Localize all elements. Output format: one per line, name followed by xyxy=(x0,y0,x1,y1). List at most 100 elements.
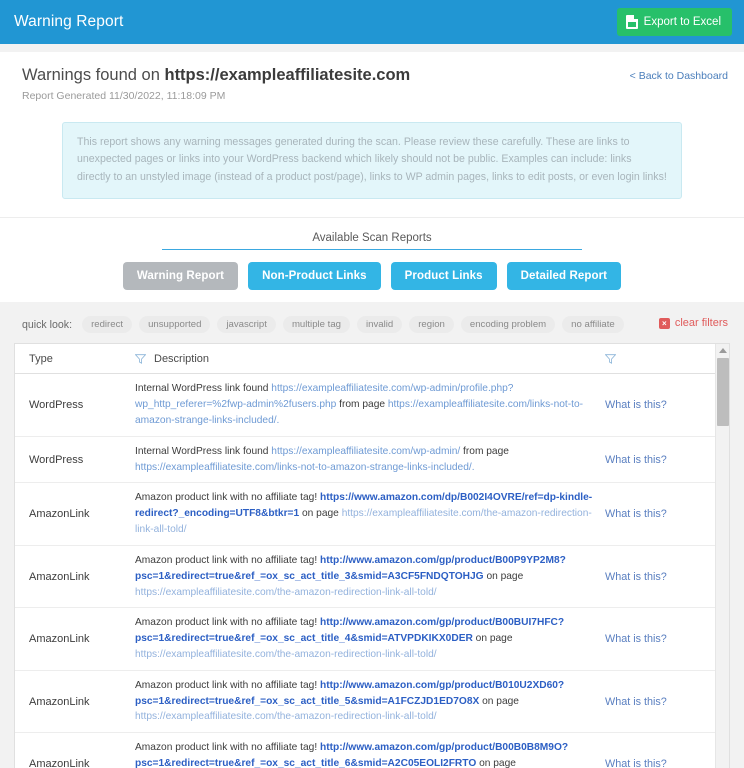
table-row: AmazonLink Amazon product link with no af… xyxy=(15,733,729,768)
tab-non-product-links[interactable]: Non-Product Links xyxy=(248,262,381,291)
quick-look-label: quick look: xyxy=(22,318,73,331)
tab-warning-report[interactable]: Warning Report xyxy=(122,262,239,291)
quick-look-chip-redirect[interactable]: redirect xyxy=(82,316,133,334)
description-link[interactable]: https://exampleaffiliatesite.com/the-ama… xyxy=(135,587,437,598)
quick-look-chip-encoding-problem[interactable]: encoding problem xyxy=(460,316,556,334)
quick-look-chip-multiple-tag[interactable]: multiple tag xyxy=(282,316,350,334)
what-is-this-link[interactable]: What is this? xyxy=(605,696,667,708)
table-row: WordPress Internal WordPress link found h… xyxy=(15,437,729,484)
top-bar: Warning Report Export to Excel xyxy=(0,0,744,44)
clear-filters-button[interactable]: × clear filters xyxy=(658,317,728,330)
description-text: Amazon product link with no affiliate ta… xyxy=(135,554,320,566)
cell-action: What is this? xyxy=(605,374,715,435)
table-vertical-scrollbar[interactable] xyxy=(715,344,729,768)
description-text: Amazon product link with no affiliate ta… xyxy=(135,742,320,754)
table-body: WordPress Internal WordPress link found h… xyxy=(15,374,729,768)
quick-look-chip-invalid[interactable]: invalid xyxy=(357,316,403,334)
what-is-this-link[interactable]: What is this? xyxy=(605,758,667,768)
report-header: Warnings found on https://exampleaffilia… xyxy=(0,52,744,106)
quick-look-chip-region[interactable]: region xyxy=(409,316,454,334)
available-scan-reports-section: Available Scan Reports Warning Report Non… xyxy=(0,217,744,303)
available-scan-reports-heading: Available Scan Reports xyxy=(162,232,582,251)
cell-action: What is this? xyxy=(605,546,715,607)
quick-look-chip-javascript[interactable]: javascript xyxy=(217,316,276,334)
description-text: on page xyxy=(483,570,524,582)
table-row: AmazonLink Amazon product link with no af… xyxy=(15,546,729,609)
report-heading-prefix: Warnings found on xyxy=(22,66,165,84)
description-text: on page xyxy=(472,633,513,645)
cell-description: Amazon product link with no affiliate ta… xyxy=(135,608,605,669)
what-is-this-link[interactable]: What is this? xyxy=(605,399,667,411)
table-row: AmazonLink Amazon product link with no af… xyxy=(15,483,729,546)
table-row: AmazonLink Amazon product link with no af… xyxy=(15,608,729,671)
description-text: on page xyxy=(479,695,519,707)
cell-description: Internal WordPress link found https://ex… xyxy=(135,437,605,483)
info-banner: This report shows any warning messages g… xyxy=(62,122,682,200)
what-is-this-link[interactable]: What is this? xyxy=(605,508,667,520)
scan-report-tabs: Warning Report Non-Product Links Product L… xyxy=(0,262,744,291)
description-text: on page xyxy=(476,758,516,768)
report-generated-timestamp: Report Generated 11/30/2022, 11:18:09 PM xyxy=(22,90,226,102)
tab-detailed-report[interactable]: Detailed Report xyxy=(506,262,622,291)
cell-type: WordPress xyxy=(29,399,84,412)
description-text: Amazon product link with no affiliate ta… xyxy=(135,617,320,629)
table-row: AmazonLink Amazon product link with no af… xyxy=(15,671,729,734)
warnings-table: Type Description WordPress Internal WordP… xyxy=(14,343,730,768)
quick-look-chip-list: redirect unsupported javascript multiple ta… xyxy=(82,316,624,334)
table-header-row: Type Description xyxy=(15,344,729,375)
quick-look-filters: quick look: redirect unsupported javascrip… xyxy=(0,302,744,344)
table-row: WordPress Internal WordPress link found h… xyxy=(15,374,729,437)
tab-product-links[interactable]: Product Links xyxy=(390,262,497,291)
what-is-this-link[interactable]: What is this? xyxy=(605,454,667,466)
description-text: on page xyxy=(299,508,342,520)
column-header-action[interactable] xyxy=(605,354,715,364)
column-header-type[interactable]: Type xyxy=(15,353,135,365)
quick-look-chip-no-affiliate[interactable]: no affiliate xyxy=(562,316,624,334)
cell-type: AmazonLink xyxy=(29,695,90,708)
warning-report-page: Warning Report Export to Excel Warnings … xyxy=(0,0,744,768)
description-link[interactable]: https://exampleaffiliatesite.com/the-ama… xyxy=(135,711,437,722)
report-site-url: https://exampleaffiliatesite.com xyxy=(164,66,411,84)
export-button-label: Export to Excel xyxy=(643,16,721,28)
description-text: from page xyxy=(460,445,509,457)
clear-filters-label: clear filters xyxy=(674,317,728,330)
description-text: Amazon product link with no affiliate ta… xyxy=(135,492,320,504)
cell-action: What is this? xyxy=(605,483,715,544)
what-is-this-link[interactable]: What is this? xyxy=(605,571,667,583)
cell-description: Amazon product link with no affiliate ta… xyxy=(135,671,605,732)
description-text: Internal WordPress link found xyxy=(135,445,272,457)
cell-action: What is this? xyxy=(605,671,715,732)
cell-type: WordPress xyxy=(29,453,84,466)
cell-type: AmazonLink xyxy=(29,508,90,521)
cell-action: What is this? xyxy=(605,733,715,768)
page-title: Warning Report xyxy=(14,13,124,30)
cell-type: AmazonLink xyxy=(29,633,90,646)
cell-description: Amazon product link with no affiliate ta… xyxy=(135,483,605,544)
clear-filters-icon: × xyxy=(658,317,670,329)
description-link[interactable]: https://exampleaffiliatesite.com/wp-admi… xyxy=(271,446,460,457)
scrollbar-thumb[interactable] xyxy=(717,358,729,427)
quick-look-chip-unsupported[interactable]: unsupported xyxy=(139,316,211,334)
scroll-up-arrow-icon[interactable] xyxy=(719,348,727,354)
report-card: Warnings found on https://exampleaffilia… xyxy=(0,52,744,303)
description-text: from page xyxy=(336,399,388,411)
description-link[interactable]: https://exampleaffiliatesite.com/links-n… xyxy=(135,462,475,473)
cell-description: Amazon product link with no affiliate ta… xyxy=(135,733,605,768)
export-to-excel-button[interactable]: Export to Excel xyxy=(616,8,732,36)
cell-action: What is this? xyxy=(605,608,715,669)
excel-file-icon xyxy=(625,15,638,29)
cell-description: Internal WordPress link found https://ex… xyxy=(135,374,605,435)
column-header-description-label: Description xyxy=(154,352,210,365)
description-text: Amazon product link with no affiliate ta… xyxy=(135,679,320,691)
description-text: Internal WordPress link found xyxy=(135,383,272,395)
filter-funnel-icon[interactable] xyxy=(135,354,146,364)
report-heading: Warnings found on https://exampleaffilia… xyxy=(22,66,728,85)
column-header-description[interactable]: Description xyxy=(135,353,605,365)
filter-funnel-icon-action[interactable] xyxy=(605,354,616,364)
description-link[interactable]: https://exampleaffiliatesite.com/the-ama… xyxy=(135,649,437,660)
cell-type: AmazonLink xyxy=(29,570,90,583)
what-is-this-link[interactable]: What is this? xyxy=(605,633,667,645)
cell-type: AmazonLink xyxy=(29,757,90,768)
cell-action: What is this? xyxy=(605,437,715,483)
back-to-dashboard-link-top[interactable]: < Back to Dashboard xyxy=(630,70,728,82)
